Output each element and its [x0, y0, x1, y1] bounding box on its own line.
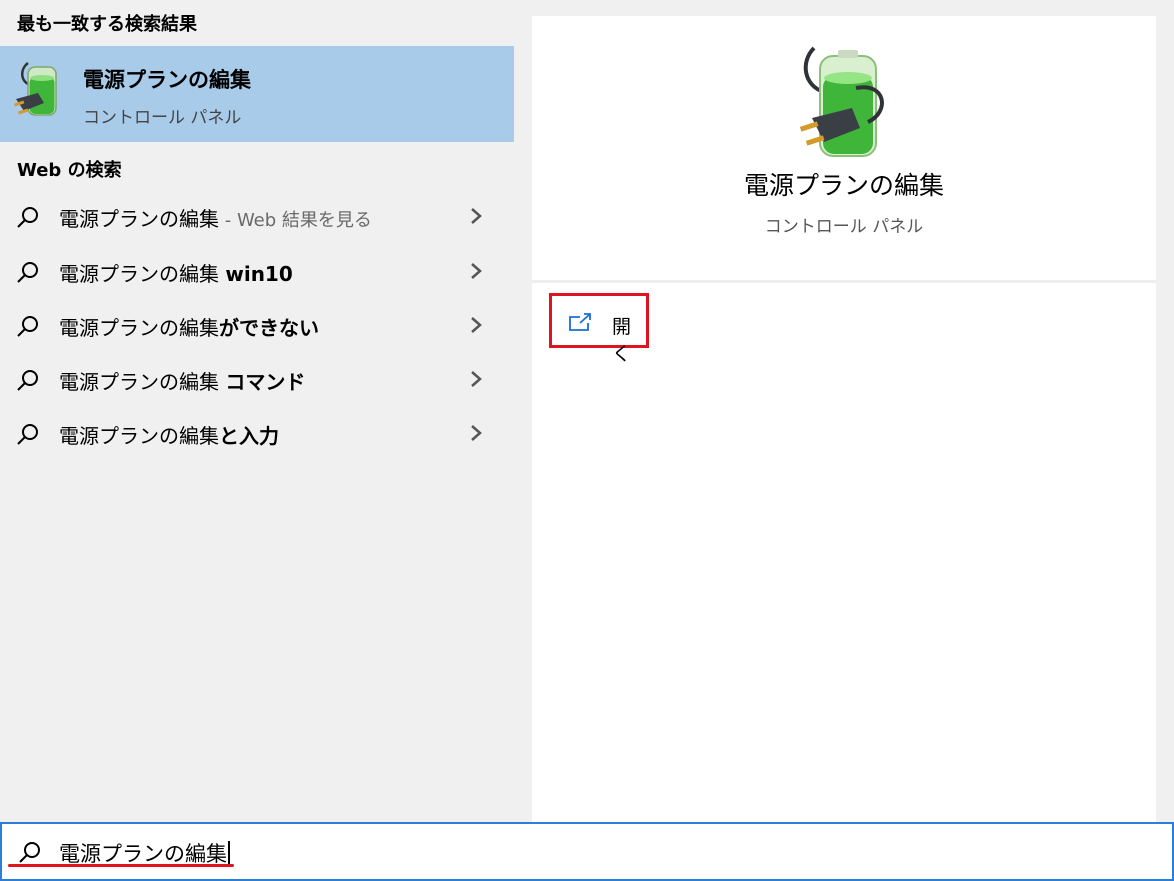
search-box[interactable]: 電源プランの編集	[0, 822, 1174, 881]
web-result-item[interactable]: 電源プランの編集 win10	[0, 245, 514, 299]
web-result-text: 電源プランの編集	[59, 316, 219, 340]
search-icon	[17, 207, 38, 228]
search-icon	[17, 424, 38, 445]
web-search-header: Web の検索	[17, 160, 122, 181]
web-result-item[interactable]: 電源プランの編集と入力	[0, 407, 514, 461]
preview-pane: 電源プランの編集 コントロール パネル	[532, 16, 1156, 822]
best-match-title: 電源プランの編集	[83, 68, 251, 92]
chevron-right-icon	[471, 371, 482, 387]
chevron-right-icon	[471, 425, 482, 441]
search-input-text: 電源プランの編集	[59, 842, 227, 866]
web-result-item[interactable]: 電源プランの編集ができない	[0, 299, 514, 353]
best-match-subtitle: コントロール パネル	[83, 108, 242, 128]
web-result-suffix: と入力	[219, 424, 279, 448]
web-result-hint: - Web 結果を見る	[219, 210, 372, 231]
open-external-icon	[569, 313, 591, 331]
open-label: 開く	[612, 316, 632, 365]
search-icon	[17, 370, 38, 391]
search-icon	[17, 316, 38, 337]
web-result-suffix: コマンド	[225, 370, 306, 394]
best-match-header: 最も一致する検索結果	[17, 14, 197, 35]
web-result-suffix: win10	[225, 262, 293, 286]
preview-title: 電源プランの編集	[743, 171, 944, 200]
preview-subtitle: コントロール パネル	[764, 217, 924, 237]
web-result-suffix: ができない	[219, 316, 319, 340]
web-result-item[interactable]: 電源プランの編集 - Web 結果を見る	[0, 190, 514, 244]
chevron-right-icon	[471, 317, 482, 333]
search-icon	[19, 842, 40, 863]
search-icon	[17, 262, 38, 283]
web-result-item[interactable]: 電源プランの編集 コマンド	[0, 353, 514, 407]
preview-divider	[532, 280, 1156, 283]
chevron-right-icon	[471, 263, 482, 279]
web-result-text: 電源プランの編集	[59, 370, 226, 394]
web-result-text: 電源プランの編集	[59, 262, 226, 286]
web-result-text: 電源プランの編集	[59, 424, 219, 448]
search-underline-highlight	[8, 864, 234, 867]
best-match-item[interactable]: 電源プランの編集 コントロール パネル	[0, 46, 514, 142]
web-result-text: 電源プランの編集	[59, 207, 219, 231]
open-button[interactable]: 開く	[549, 293, 649, 365]
chevron-right-icon	[471, 208, 482, 224]
text-caret	[228, 841, 230, 865]
battery-plug-icon	[799, 46, 884, 157]
battery-plug-icon	[14, 62, 57, 116]
